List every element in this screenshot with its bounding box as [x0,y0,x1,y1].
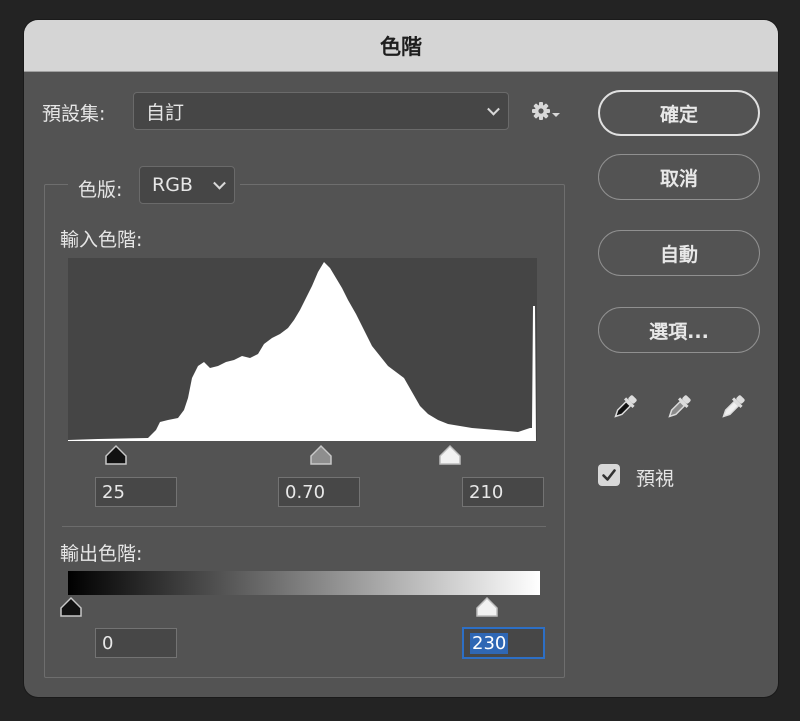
preset-select[interactable]: 自訂 [133,92,509,130]
checkmark-icon [602,469,616,481]
levels-dialog: 色階 預設集: 自訂 色版: RGB 輸入色階: 25 0.70 210 輸出色… [24,20,778,697]
input-white-slider[interactable] [438,444,462,466]
output-gradient-bar [68,571,540,595]
output-white-field[interactable]: 230 [462,627,545,659]
preview-label: 預視 [636,468,675,490]
channel-value: RGB [152,174,193,196]
options-button[interactable]: 選項... [598,307,760,353]
output-white-value: 230 [470,632,509,654]
dialog-title: 色階 [380,34,422,59]
preset-value: 自訂 [146,101,185,124]
white-eyedropper-icon[interactable] [716,392,748,424]
preset-options-menu[interactable] [530,98,564,124]
chevron-down-icon [487,102,500,116]
input-gamma-slider[interactable] [309,444,333,466]
histogram [68,258,537,441]
channel-label: 色版: [78,179,123,201]
output-white-slider[interactable] [475,596,499,618]
section-divider [62,526,546,527]
auto-button[interactable]: 自動 [598,230,760,276]
input-black-field[interactable]: 25 [95,477,177,507]
title-bar[interactable]: 色階 [24,20,778,72]
black-eyedropper-icon[interactable] [608,392,640,424]
output-black-slider[interactable] [59,596,83,618]
channel-select[interactable]: RGB [139,166,235,204]
input-levels-label: 輸入色階: [60,229,143,251]
preset-label: 預設集: [42,103,106,125]
output-black-field[interactable]: 0 [95,628,177,658]
ok-button[interactable]: 確定 [598,90,760,136]
output-levels-label: 輸出色階: [60,543,143,565]
cancel-button[interactable]: 取消 [598,154,760,200]
input-black-slider[interactable] [104,444,128,466]
input-white-field[interactable]: 210 [462,477,544,507]
chevron-down-icon [213,176,226,190]
input-gamma-field[interactable]: 0.70 [278,477,360,507]
gear-icon [532,102,560,120]
preview-checkbox[interactable] [598,464,620,486]
gray-eyedropper-icon[interactable] [662,392,694,424]
